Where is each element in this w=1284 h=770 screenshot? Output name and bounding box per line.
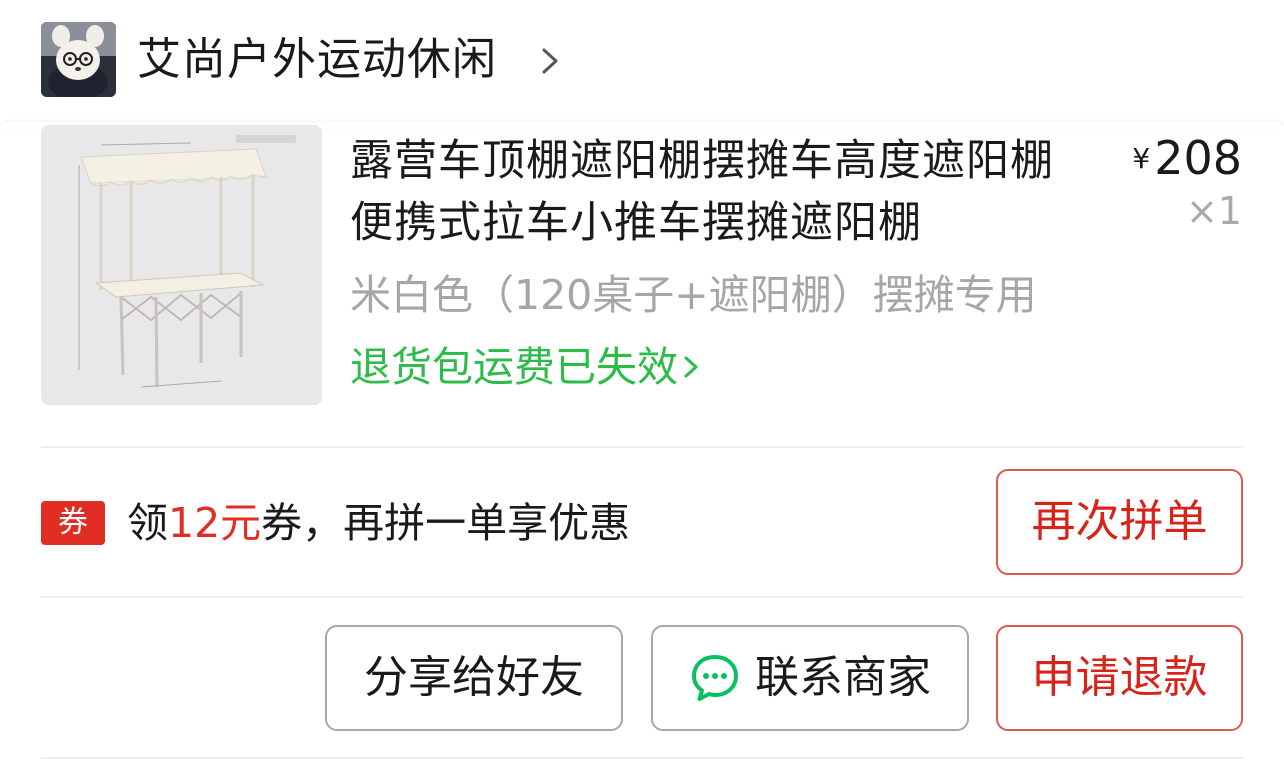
coupon-text: 领12元券，再拼一单享优惠 xyxy=(127,493,630,553)
product-price: ¥208 xyxy=(1132,130,1242,186)
chat-bubble-icon xyxy=(692,655,738,701)
refund-shipping-link[interactable]: 退货包运费已失效 xyxy=(350,338,700,396)
contact-seller-button[interactable]: 联系商家 xyxy=(651,625,969,731)
share-button[interactable]: 分享给好友 xyxy=(325,625,623,731)
chevron-right-icon xyxy=(684,356,698,378)
divider xyxy=(41,596,1243,598)
bear-avatar-icon xyxy=(41,22,116,97)
apply-refund-button[interactable]: 申请退款 xyxy=(996,625,1243,731)
coupon-suffix: 券，再拼一单享优惠 xyxy=(261,499,631,547)
price-amount: 208 xyxy=(1154,131,1242,185)
product-quantity: ×1 xyxy=(1185,189,1242,233)
shop-avatar[interactable] xyxy=(41,22,116,97)
refund-shipping-label: 退货包运费已失效 xyxy=(350,343,678,391)
divider xyxy=(41,757,1243,759)
product-title[interactable]: 露营车顶棚遮阳棚摆摊车高度遮阳棚便携式拉车小推车摆摊遮阳棚 xyxy=(350,130,1090,254)
canopy-stall-image xyxy=(41,125,322,405)
chevron-right-icon[interactable] xyxy=(538,46,564,76)
currency-symbol: ¥ xyxy=(1132,142,1151,175)
shop-header[interactable]: 艾尚户外运动休闲 xyxy=(0,0,1284,122)
regroup-button[interactable]: 再次拼单 xyxy=(996,469,1243,575)
product-spec: 米白色（120桌子+遮阳棚）摆摊专用 xyxy=(350,271,1037,319)
shop-name[interactable]: 艾尚户外运动休闲 xyxy=(137,30,497,90)
coupon-amount: 12元 xyxy=(168,499,262,547)
divider xyxy=(41,446,1243,448)
coupon-badge: 券 xyxy=(41,501,105,545)
contact-seller-label: 联系商家 xyxy=(755,652,931,703)
coupon-prefix: 领 xyxy=(127,499,168,547)
product-image[interactable] xyxy=(41,125,322,405)
